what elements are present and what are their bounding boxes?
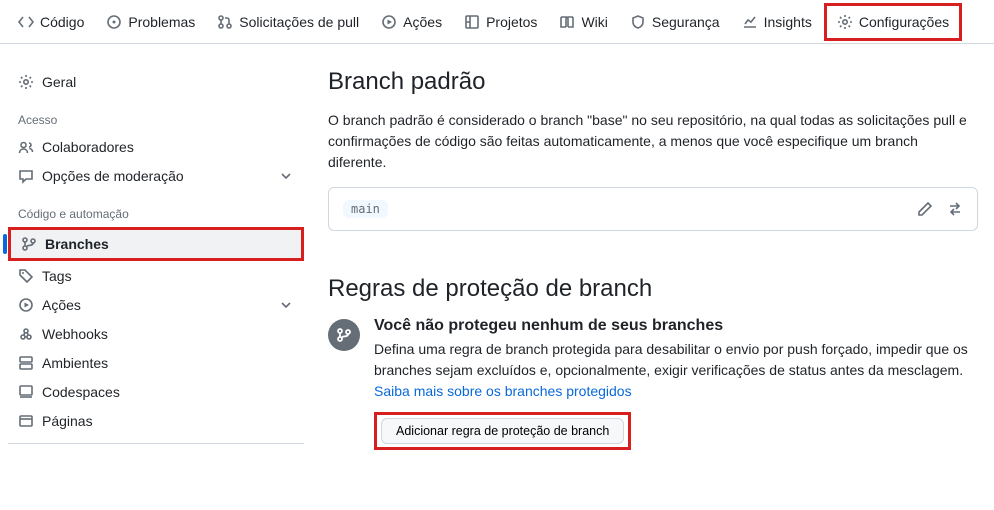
play-icon bbox=[18, 297, 34, 313]
webhook-icon bbox=[18, 326, 34, 342]
add-rule-button[interactable]: Adicionar regra de proteção de branch bbox=[381, 418, 624, 444]
tag-icon bbox=[18, 268, 34, 284]
nav-label: Projetos bbox=[486, 14, 537, 30]
nav-label: Código bbox=[40, 14, 84, 30]
main-content: Branch padrão O branch padrão é consider… bbox=[328, 68, 978, 452]
nav-label: Insights bbox=[764, 14, 812, 30]
sidebar-label: Webhooks bbox=[42, 326, 108, 342]
comment-icon bbox=[18, 168, 34, 184]
settings-sidebar: Geral Acesso Colaboradores Opções de mod… bbox=[8, 68, 304, 452]
sidebar-environments[interactable]: Ambientes bbox=[8, 349, 304, 377]
chevron-down-icon bbox=[278, 168, 294, 184]
sidebar-actions[interactable]: Ações bbox=[8, 291, 304, 319]
sidebar-label: Codespaces bbox=[42, 384, 120, 400]
top-nav: Código Problemas Solicitações de pull Aç… bbox=[0, 0, 994, 44]
pencil-icon[interactable] bbox=[917, 201, 933, 217]
default-branch-title: Branch padrão bbox=[328, 68, 978, 96]
nav-label: Ações bbox=[403, 14, 442, 30]
gear-icon bbox=[837, 14, 853, 30]
sidebar-label: Colaboradores bbox=[42, 139, 134, 155]
sidebar-general[interactable]: Geral bbox=[8, 68, 304, 96]
add-rule-highlight: Adicionar regra de proteção de branch bbox=[374, 412, 631, 450]
play-icon bbox=[381, 14, 397, 30]
nav-label: Problemas bbox=[128, 14, 195, 30]
nav-label: Wiki bbox=[581, 14, 607, 30]
sidebar-label: Opções de moderação bbox=[42, 168, 184, 184]
protection-rules-title: Regras de proteção de branch bbox=[328, 275, 978, 303]
gear-icon bbox=[18, 74, 34, 90]
sidebar-heading-access: Acesso bbox=[8, 97, 304, 133]
sidebar-collaborators[interactable]: Colaboradores bbox=[8, 133, 304, 161]
nav-pull-requests[interactable]: Solicitações de pull bbox=[207, 6, 369, 38]
sidebar-label: Geral bbox=[42, 74, 76, 90]
nav-wiki[interactable]: Wiki bbox=[549, 6, 617, 38]
branch-circle-icon bbox=[328, 319, 360, 351]
graph-icon bbox=[742, 14, 758, 30]
sidebar-codespaces[interactable]: Codespaces bbox=[8, 378, 304, 406]
switch-icon[interactable] bbox=[947, 201, 963, 217]
branch-chip: main bbox=[343, 200, 388, 218]
codespaces-icon bbox=[18, 384, 34, 400]
nav-insights[interactable]: Insights bbox=[732, 6, 822, 38]
project-icon bbox=[464, 14, 480, 30]
issue-icon bbox=[106, 14, 122, 30]
browser-icon bbox=[18, 413, 34, 429]
sidebar-label: Tags bbox=[42, 268, 72, 284]
nav-settings[interactable]: Configurações bbox=[824, 3, 962, 41]
nav-issues[interactable]: Problemas bbox=[96, 6, 205, 38]
code-icon bbox=[18, 14, 34, 30]
sidebar-moderation[interactable]: Opções de moderação bbox=[8, 162, 304, 190]
default-branch-box: main bbox=[328, 187, 978, 231]
shield-icon bbox=[630, 14, 646, 30]
sidebar-heading-code: Código e automação bbox=[8, 191, 304, 227]
sidebar-divider bbox=[8, 443, 304, 444]
nav-label: Configurações bbox=[859, 14, 949, 30]
branch-icon bbox=[21, 236, 37, 252]
nav-projects[interactable]: Projetos bbox=[454, 6, 547, 38]
sidebar-label: Ações bbox=[42, 297, 81, 313]
chevron-down-icon bbox=[278, 297, 294, 313]
protection-info: Você não protegeu nenhum de seus branche… bbox=[328, 317, 978, 450]
protect-heading: Você não protegeu nenhum de seus branche… bbox=[374, 317, 978, 335]
nav-code[interactable]: Código bbox=[8, 6, 94, 38]
server-icon bbox=[18, 355, 34, 371]
sidebar-label: Páginas bbox=[42, 413, 93, 429]
sidebar-branches[interactable]: Branches bbox=[8, 227, 304, 261]
protect-learn-more-link[interactable]: Saiba mais sobre os branches protegidos bbox=[374, 383, 632, 399]
pr-icon bbox=[217, 14, 233, 30]
nav-actions[interactable]: Ações bbox=[371, 6, 452, 38]
nav-label: Solicitações de pull bbox=[239, 14, 359, 30]
sidebar-label: Branches bbox=[45, 236, 109, 252]
default-branch-desc: O branch padrão é considerado o branch "… bbox=[328, 110, 978, 173]
protect-desc: Defina uma regra de branch protegida par… bbox=[374, 341, 968, 378]
sidebar-webhooks[interactable]: Webhooks bbox=[8, 320, 304, 348]
sidebar-tags[interactable]: Tags bbox=[8, 262, 304, 290]
sidebar-label: Ambientes bbox=[42, 355, 108, 371]
sidebar-pages[interactable]: Páginas bbox=[8, 407, 304, 435]
people-icon bbox=[18, 139, 34, 155]
nav-security[interactable]: Segurança bbox=[620, 6, 730, 38]
nav-label: Segurança bbox=[652, 14, 720, 30]
book-icon bbox=[559, 14, 575, 30]
